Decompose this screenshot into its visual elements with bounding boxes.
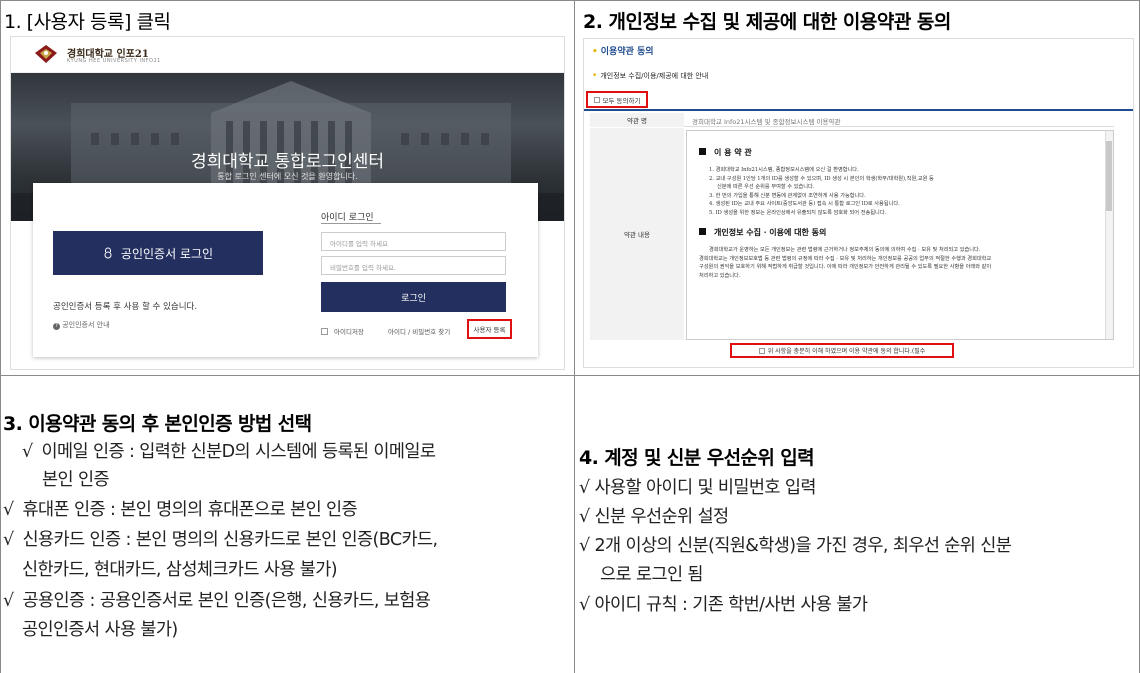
terms-line: 2. 교내 구성원 1인당 1개의 ID를 생성할 수 있으며, ID 생성 시… <box>709 175 934 182</box>
panel3-line: √ 이메일 인증 : 입력한 신분D의 시스템에 등록된 이메일로 <box>22 438 437 463</box>
terms-subheading-text: 개인정보 수집/이용/제공에 대한 안내 <box>600 72 709 80</box>
login-button[interactable]: 로그인 <box>321 282 506 312</box>
agree-all-box[interactable] <box>593 96 600 103</box>
panel2-title: 2. 개인정보 수집 및 제공에 대한 이용약관 동의 <box>583 11 951 33</box>
help-icon: ? <box>53 323 60 330</box>
agree-all-checkbox[interactable]: 모두 동의하기 <box>586 91 648 108</box>
terms-line: 경희대학교는 개인정보보호법 등 관련 법령의 규정에 따라 수집 · 보유 및… <box>699 255 992 262</box>
panel3-line-text: 공용인증 : 공용인증서로 본인 인증(은행, 신용카드, 보험용 <box>17 591 431 611</box>
id-login-tab-underline <box>321 223 381 224</box>
panel3-line: √ 공용인증 : 공용인증서로 본인 인증(은행, 신용카드, 보험용 <box>3 587 431 612</box>
panel3-line: √ 신용카드 인증 : 본인 명의의 신용카드로 본인 인증(BC카드, <box>3 526 439 551</box>
terms-line: 경희대학교가 운영하는 모든 개인정보는 관련 법령에 근거하거나 정보주체의 … <box>709 247 981 253</box>
find-account-link[interactable]: 아이디 / 비밀번호 찾기 <box>388 326 450 336</box>
table-border-left <box>0 0 1 673</box>
logo-subtext: KYUNG HEE UNIVERSITY INFO21 <box>67 58 161 64</box>
checkmark: √ <box>3 591 14 611</box>
terms-content-label: 약관 내용 <box>590 128 684 340</box>
table-border-row <box>0 375 1140 376</box>
panel4-title: 4. 계정 및 신분 우선순위 입력 <box>579 447 815 469</box>
consent-label: 위 사항을 충분히 이해 하였으며 이용 약관에 동의 합니다.(필수 <box>767 348 926 355</box>
panel3-title: 3. 이용약관 동의 후 본인인증 방법 선택 <box>3 413 312 435</box>
terms-line: 4. 생성된 ID는 교내 주요 사이트(중앙도서관 등) 접속 시 통합 로그… <box>709 201 900 207</box>
password-input[interactable]: 비밀번호를 입력 하세요. <box>321 256 506 275</box>
square-bullet-icon <box>699 228 706 235</box>
terms-subheading: • 개인정보 수집/이용/제공에 대한 안내 <box>592 71 708 81</box>
panel4-line: √ 2개 이상의 신분(직원&학생)을 가진 경우, 최우선 순위 신분 <box>579 536 1012 556</box>
terms-line: 3. 한 번의 가입을 통해 신분 변동에 관계없이 조연하게 사용 가능합니다… <box>709 192 866 199</box>
panel4-line: √ 사용할 아이디 및 비밀번호 입력 <box>579 478 816 498</box>
hero-subtitle: 통합 로그인 센터에 오신 것을 환영합니다. <box>217 172 358 181</box>
terms-heading-text: 이용약관 동의 <box>600 47 654 57</box>
terms-section-heading: 이 용 약 관 <box>699 147 1101 158</box>
section1-title: 이 용 약 관 <box>714 147 752 157</box>
bullet-icon: • <box>592 47 598 57</box>
terms-line: 신분에 따른 우선 순위를 부여할 수 있습니다. <box>717 184 815 190</box>
cert-help-label: 공인인증서 안내 <box>62 321 110 329</box>
bullet-icon: • <box>592 71 598 81</box>
panel4-line: 으로 로그인 됨 <box>600 565 704 585</box>
university-logo-icon <box>35 45 57 63</box>
terms-content-box[interactable]: 이 용 약 관 1. 경희대학교 Info21시스템, 종합정보시스템에 오신 … <box>686 130 1114 340</box>
lock-icon <box>104 247 112 259</box>
consent-box[interactable] <box>758 347 765 354</box>
table-border-middle <box>574 0 575 673</box>
id-input[interactable]: 아이디를 입력 하세요 <box>321 232 506 251</box>
terms-name-label: 약관 명 <box>590 113 684 127</box>
panel3-line: √ 휴대폰 인증 : 본인 명의의 휴대폰으로 본인 인증 <box>3 496 358 521</box>
panel4-line: √ 신분 우선순위 설정 <box>579 507 729 527</box>
terms-scrollbar[interactable] <box>1105 131 1113 339</box>
panel3-line-text: 이메일 인증 : 입력한 신분D의 시스템에 등록된 이메일로 <box>36 442 437 462</box>
terms-line: 구성원의 권익을 보호하기 위해 적법하게 취급할 것입니다. 이에 따라 개인… <box>699 264 992 270</box>
hero-title: 경희대학교 통합로그인센터 <box>190 152 385 172</box>
terms-heading: • 이용약관 동의 <box>592 44 654 57</box>
consent-checkbox[interactable]: 위 사항을 충분히 이해 하였으며 이용 약관에 동의 합니다.(필수 <box>730 343 954 358</box>
login-header: 경희대학교 인포21 KYUNG HEE UNIVERSITY INFO21 <box>11 37 564 73</box>
agree-all-label: 모두 동의하기 <box>602 96 641 105</box>
terms-name-value: 경희대학교 Info21시스템 및 종합정보시스템 이용약관 <box>692 118 841 126</box>
checkmark: √ <box>3 530 14 550</box>
terms-divider <box>584 109 1133 111</box>
checkmark: √ <box>22 442 33 462</box>
checkmark: √ <box>3 500 14 520</box>
terms-scrollbar-thumb[interactable] <box>1106 141 1112 211</box>
panel3-line: 본인 인증 <box>42 470 110 490</box>
signup-link[interactable]: 사용자 등록 <box>467 319 512 339</box>
panel1-title: 1. [사용자 등록] 클릭 <box>4 11 171 33</box>
square-bullet-icon <box>699 148 706 155</box>
section2-title: 개인정보 수집 · 이용에 대한 동의 <box>714 227 827 237</box>
panel3-line-text: 휴대폰 인증 : 본인 명의의 휴대폰으로 본인 인증 <box>17 500 358 520</box>
table-border-top <box>0 0 1140 1</box>
panel3-line-text: 신용카드 인증 : 본인 명의의 신용카드로 본인 인증(BC카드, <box>17 530 439 550</box>
terms-line: 5. ID 생성을 위한 정보는 온라인상에서 유출되지 않도록 암호화 되어 … <box>709 209 887 216</box>
cert-login-label: 공인인증서 로그인 <box>120 246 214 261</box>
save-id-label: 아이디저장 <box>334 328 364 336</box>
save-id-checkbox[interactable] <box>321 327 328 335</box>
terms-line: 처리하고 있습니다. <box>699 272 741 279</box>
id-login-tab[interactable]: 아이디 로그인 <box>321 210 374 223</box>
document-table: 1. [사용자 등록] 클릭 경희대학교 인포21 KYUNG HEE UNIV… <box>0 0 1140 673</box>
panel4-line: √ 아이디 규칙 : 기존 학번/사번 사용 불가 <box>579 595 868 615</box>
panel3-line: 신한카드, 현대카드, 삼성체크카드 사용 불가) <box>22 560 338 580</box>
save-id-option[interactable]: 아이디저장 <box>321 326 364 336</box>
terms-line: 1. 경희대학교 Info21시스템, 종합정보시스템에 오신 걸 환영합니다. <box>709 167 859 173</box>
panel3-line: 공인인증서 사용 불가) <box>22 620 178 640</box>
cert-login-button[interactable]: 공인인증서 로그인 <box>53 231 263 275</box>
cert-help-link[interactable]: ? 공인인증서 안내 <box>53 320 110 330</box>
login-screenshot: 경희대학교 인포21 KYUNG HEE UNIVERSITY INFO21 경… <box>10 36 565 370</box>
terms-screenshot: • 이용약관 동의 • 개인정보 수집/이용/제공에 대한 안내 모두 동의하기 약… <box>583 38 1134 368</box>
terms-section-heading: 개인정보 수집 · 이용에 대한 동의 <box>699 227 1101 238</box>
cert-note: 공인인증서 등록 후 사용 할 수 있습니다. <box>53 302 198 312</box>
login-card: 공인인증서 로그인 공인인증서 등록 후 사용 할 수 있습니다. ? 공인인증… <box>33 183 538 357</box>
